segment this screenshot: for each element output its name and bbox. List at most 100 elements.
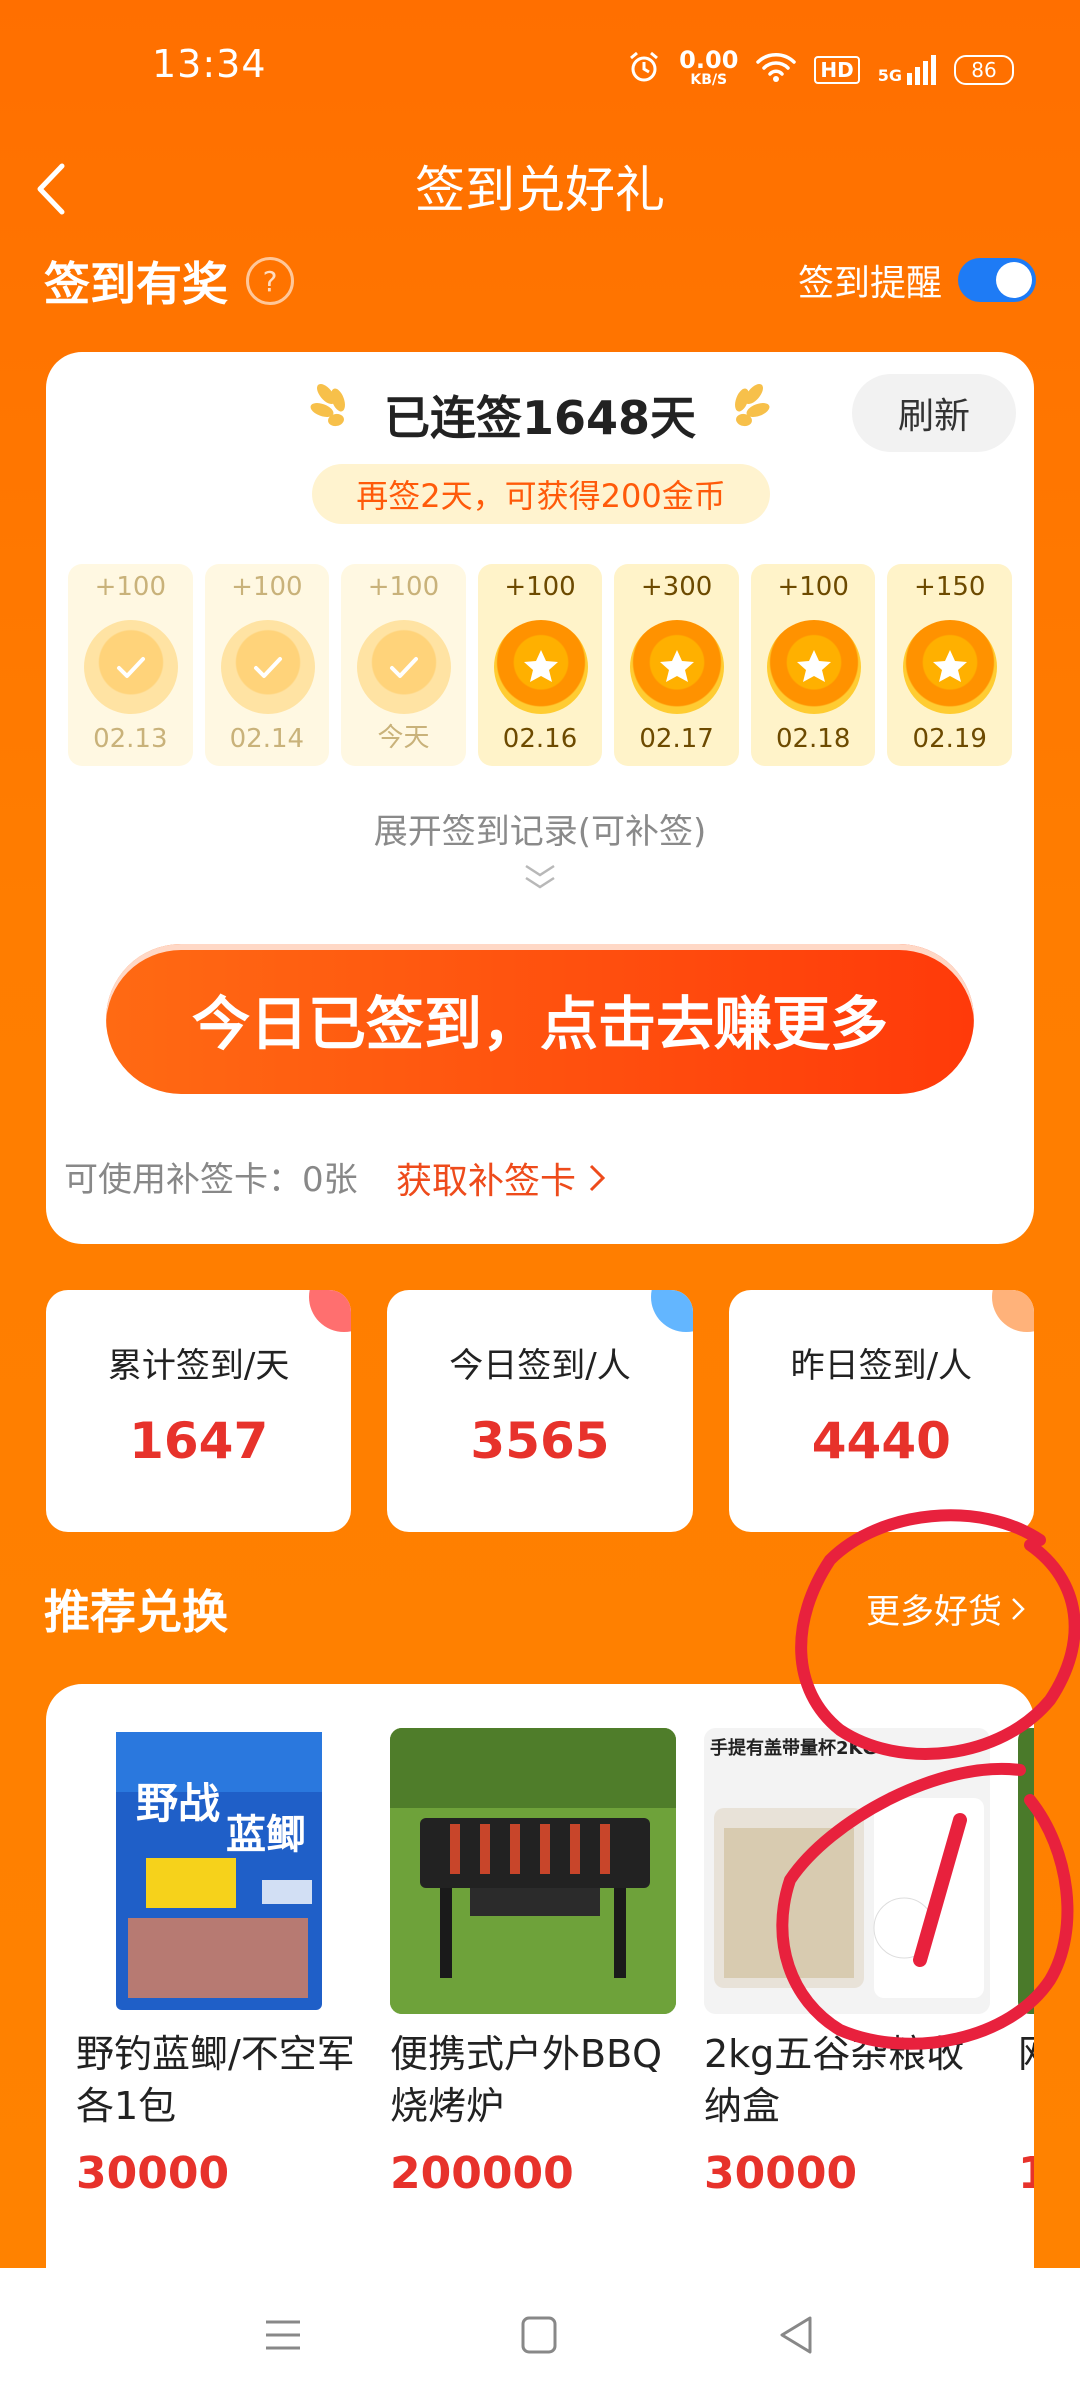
- stat-card: 今日签到/人 3565: [387, 1290, 693, 1532]
- toggle-knob: [996, 262, 1032, 298]
- product-name: 2kg五谷杂粮收纳盒: [704, 2032, 965, 2128]
- get-makeup-card-link[interactable]: 获取补签卡: [396, 1152, 606, 1204]
- reminder-label: 签到提醒: [797, 263, 942, 304]
- wheat-right-icon: [735, 384, 770, 427]
- recommend-title: 推荐兑换: [44, 1585, 228, 1639]
- chevron-double-down-icon[interactable]: [520, 862, 560, 892]
- star-coin-icon: [630, 620, 725, 714]
- stat-card: 累计签到/天 1647: [46, 1290, 352, 1532]
- day-date: 02.17: [639, 724, 714, 754]
- alarm-icon: [627, 50, 661, 90]
- product-price: 30000: [76, 2148, 230, 2199]
- product-card[interactable]: 网 1: [1018, 1728, 1034, 2199]
- stat-value: 3565: [470, 1412, 610, 1470]
- checked-coin-icon: [357, 620, 452, 714]
- signin-section-title: 签到有奖 ?: [44, 248, 294, 314]
- product-price: 1: [1018, 2148, 1034, 2199]
- product-image: [1018, 1728, 1034, 2014]
- signin-section-label: 签到有奖: [44, 257, 228, 311]
- more-goods-label: 更多好货: [866, 1592, 1002, 1632]
- fishing-brand-text: 野战: [136, 1779, 220, 1828]
- product-card[interactable]: 便携式户外BBQ烧烤炉 200000: [390, 1728, 676, 2199]
- signal-label: 5G: [877, 66, 902, 85]
- home-icon[interactable]: [514, 2312, 564, 2358]
- network-speed: 0.00 KB/S: [679, 46, 739, 90]
- chevron-right-icon: [1012, 1597, 1025, 1620]
- day-points: +100: [504, 572, 576, 602]
- star-coin-icon: [903, 620, 998, 714]
- day-cell[interactable]: +100 02.18: [750, 564, 876, 766]
- makeup-card-count: 可使用补签卡：0张: [64, 1160, 358, 1200]
- day-points: +100: [367, 572, 440, 602]
- status-icons: 0.00 KB/S HD 5G 86: [627, 48, 1014, 92]
- network-speed-value: 0.00: [679, 46, 739, 74]
- more-goods-link[interactable]: 更多好货: [866, 1584, 1026, 1633]
- product-image: 野战 蓝鲫 香腥: [76, 1728, 362, 2014]
- signin-reminder: 签到提醒: [798, 254, 1036, 306]
- product-card[interactable]: 野战 蓝鲫 香腥 野钓蓝鲫/不空军各1包 30000: [76, 1728, 362, 2199]
- product-image: 手提有盖带量杯2KG: [704, 1728, 990, 2014]
- day-date: 02.18: [775, 724, 851, 754]
- product-list: 野战 蓝鲫 香腥 野钓蓝鲫/不空军各1包 30000 便携式户外BBQ烧烤炉 2…: [46, 1684, 1034, 2270]
- day-date: 02.19: [912, 724, 987, 754]
- day-date: 02.14: [229, 724, 305, 754]
- product-price: 30000: [704, 2148, 858, 2199]
- storage-caption-text: 手提有盖带量杯2KG: [710, 1737, 877, 1759]
- stat-corner-dot: [991, 1290, 1034, 1332]
- wifi-icon: [756, 51, 797, 89]
- status-bar: 13:34 0.00 KB/S HD 5G 86: [0, 0, 1080, 140]
- product-name: 网: [1018, 2028, 1034, 2132]
- signin-days: +100 02.13 +100 02.14 +100 今天 +100 02.16 +30…: [68, 564, 1013, 766]
- day-cell[interactable]: +100 02.13: [68, 564, 193, 766]
- product-card[interactable]: 手提有盖带量杯2KG 2kg五谷杂粮收纳盒 30000: [704, 1728, 990, 2199]
- menu-icon[interactable]: [258, 2312, 308, 2358]
- chevron-right-icon: [589, 1164, 606, 1192]
- stat-value: 4440: [811, 1412, 951, 1470]
- stat-corner-dot: [650, 1290, 693, 1332]
- day-points: +100: [231, 572, 303, 602]
- system-navigation-bar: [0, 2268, 1080, 2400]
- stat-corner-dot: [309, 1290, 352, 1332]
- product-image: [390, 1728, 676, 2014]
- refresh-button[interactable]: 刷新: [852, 374, 1016, 452]
- network-speed-unit: KB/S: [690, 72, 728, 88]
- stat-label: 昨日签到/人: [790, 1346, 973, 1386]
- signin-card: 已连签1648天 刷新 再签2天，可获得200金币 +100 02.13 +100…: [46, 352, 1034, 1244]
- checked-coin-icon: [220, 620, 315, 714]
- expand-records-link[interactable]: 展开签到记录(可补签): [46, 804, 1034, 853]
- day-date: 今天: [377, 723, 430, 753]
- reminder-toggle[interactable]: [958, 258, 1036, 302]
- stat-value: 1647: [129, 1412, 269, 1470]
- stat-card: 昨日签到/人 4440: [728, 1290, 1034, 1532]
- day-cell[interactable]: +100 02.16: [477, 564, 603, 766]
- stat-label: 今日签到/人: [449, 1346, 631, 1386]
- earn-more-button[interactable]: 今日已签到，点击去赚更多: [106, 944, 974, 1094]
- day-date: 02.16: [502, 724, 578, 754]
- signal-icon: 5G: [878, 55, 936, 85]
- day-cell[interactable]: +300 02.17: [614, 564, 739, 766]
- checked-coin-icon: [84, 620, 178, 714]
- page-title: 签到兑好礼: [415, 161, 665, 219]
- product-price: 200000: [390, 2148, 574, 2199]
- day-date: 02.13: [93, 724, 168, 754]
- battery-indicator: 86: [954, 55, 1014, 85]
- day-points: +150: [914, 572, 986, 602]
- star-coin-icon: [766, 620, 861, 714]
- back-triangle-icon[interactable]: [772, 2312, 822, 2358]
- stat-label: 累计签到/天: [107, 1346, 290, 1386]
- star-coin-icon: [493, 620, 588, 714]
- clock: 13:34: [152, 42, 267, 86]
- day-points: +100: [94, 572, 166, 602]
- day-cell[interactable]: +100 今天: [341, 564, 466, 766]
- get-makeup-card-label: 获取补签卡: [396, 1161, 577, 1202]
- reward-hint: 再签2天，可获得200金币: [312, 464, 770, 524]
- product-name: 便携式户外BBQ烧烤炉: [390, 2032, 663, 2128]
- day-points: +300: [640, 572, 713, 602]
- product-name: 野钓蓝鲫/不空军各1包: [76, 2032, 355, 2128]
- signin-stats: 累计签到/天 1647 今日签到/人 3565 昨日签到/人 4440: [46, 1290, 1034, 1532]
- help-icon[interactable]: ?: [246, 257, 294, 305]
- day-cell[interactable]: +150 02.19: [887, 564, 1013, 766]
- day-cell[interactable]: +100 02.14: [204, 564, 330, 766]
- fishing-title-text: 蓝鲫: [226, 1812, 306, 1858]
- hd-badge: HD: [814, 56, 860, 84]
